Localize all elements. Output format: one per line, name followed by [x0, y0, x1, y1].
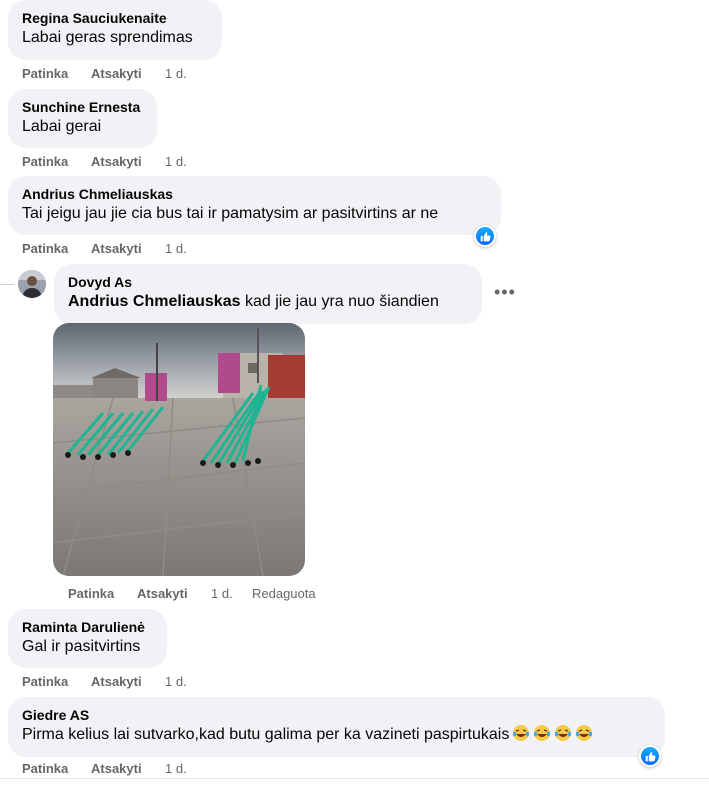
edited-label[interactable]: Redaguota	[252, 586, 316, 602]
comment-timestamp[interactable]: 1 d.	[165, 674, 187, 690]
divider	[0, 778, 709, 779]
comment-text: Labai geras sprendimas	[22, 29, 193, 46]
like-reaction-icon[interactable]	[474, 225, 496, 247]
laughing-tears-emoji	[513, 725, 530, 741]
comment-author[interactable]: Giedre AS	[22, 706, 651, 724]
reply-button[interactable]: Atsakyti	[91, 154, 142, 170]
reply-button[interactable]: Atsakyti	[91, 66, 142, 82]
comment-author[interactable]: Sunchine Ernesta	[22, 98, 143, 116]
comment-text: Labai gerai	[22, 118, 102, 135]
comment-timestamp[interactable]: 1 d.	[165, 154, 187, 170]
comment-text: Pirma kelius lai sutvarko,kad butu galim…	[22, 724, 651, 746]
comment-author[interactable]: Andrius Chmeliauskas	[22, 185, 487, 203]
thread-connector	[0, 284, 14, 285]
comment-text-body: Pirma kelius lai sutvarko,kad butu galim…	[22, 726, 510, 743]
comment-timestamp[interactable]: 1 d.	[211, 586, 233, 602]
comment-author[interactable]: Dovyd As	[68, 273, 468, 291]
like-reaction-icon[interactable]	[639, 745, 661, 767]
comment-bubble: Andrius Chmeliauskas Tai jeigu jau jie c…	[8, 176, 501, 235]
more-options-icon[interactable]: •••	[494, 283, 516, 301]
avatar[interactable]	[18, 270, 46, 298]
comment-bubble: Regina Sauciukenaite Labai geras sprendi…	[8, 0, 222, 60]
comment-author[interactable]: Raminta Darulienė	[22, 618, 153, 636]
like-button[interactable]: Patinka	[22, 761, 68, 777]
comment-text-rest: kad jie jau yra nuo šiandien	[240, 293, 439, 310]
laughing-tears-emoji	[576, 725, 593, 741]
laughing-tears-emoji	[555, 725, 572, 741]
reply-button[interactable]: Atsakyti	[137, 586, 188, 602]
comment-author[interactable]: Regina Sauciukenaite	[22, 9, 208, 27]
emoji-group	[509, 725, 593, 743]
comment-text: Andrius Chmeliauskas kad jie jau yra nuo…	[68, 291, 468, 313]
comment-bubble: Dovyd As Andrius Chmeliauskas kad jie ja…	[54, 264, 482, 324]
like-button[interactable]: Patinka	[68, 586, 114, 602]
like-button[interactable]: Patinka	[22, 154, 68, 170]
comment-bubble: Giedre AS Pirma kelius lai sutvarko,kad …	[8, 697, 665, 757]
laughing-tears-emoji	[534, 725, 551, 741]
comment-text: Tai jeigu jau jie cia bus tai ir pamatys…	[22, 205, 439, 222]
comment-text: Gal ir pasitvirtins	[22, 638, 141, 655]
reply-button[interactable]: Atsakyti	[91, 761, 142, 777]
like-button[interactable]: Patinka	[22, 66, 68, 82]
comment-timestamp[interactable]: 1 d.	[165, 761, 187, 777]
comment-bubble: Raminta Darulienė Gal ir pasitvirtins	[8, 609, 167, 668]
comment-bubble: Sunchine Ernesta Labai gerai	[8, 89, 157, 148]
like-button[interactable]: Patinka	[22, 241, 68, 257]
like-button[interactable]: Patinka	[22, 674, 68, 690]
mention-link[interactable]: Andrius Chmeliauskas	[68, 293, 241, 310]
comment-timestamp[interactable]: 1 d.	[165, 66, 187, 82]
reply-button[interactable]: Atsakyti	[91, 674, 142, 690]
comment-timestamp[interactable]: 1 d.	[165, 241, 187, 257]
street-scooters-photo[interactable]	[53, 323, 305, 576]
reply-button[interactable]: Atsakyti	[91, 241, 142, 257]
